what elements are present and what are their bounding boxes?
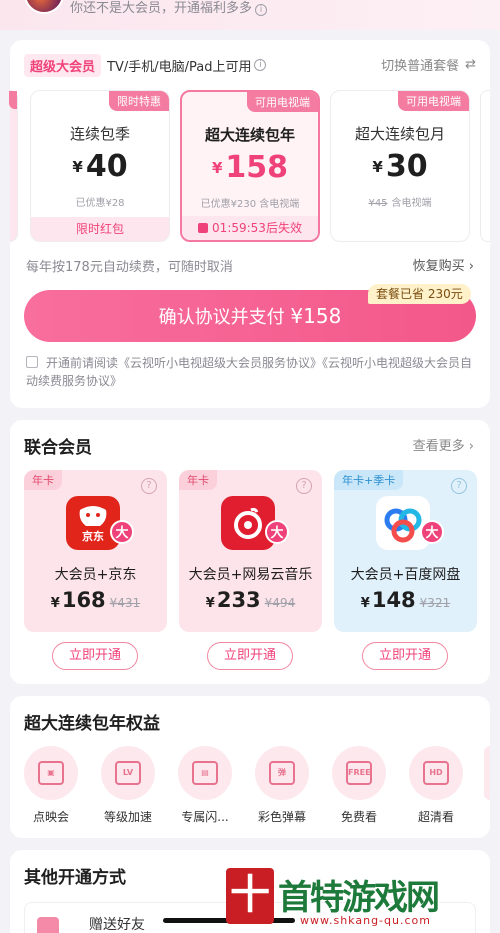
devices-text: TV/手机/电脑/Pad上可用	[107, 59, 252, 75]
watermark-text: 首特游戏网	[278, 878, 440, 918]
gift-icon	[37, 917, 59, 933]
joint-name: 大会员+百度网盘	[350, 567, 461, 583]
plan-name: 连续包季	[69, 125, 130, 143]
flash-icon: ▤	[178, 746, 232, 800]
joint-tag: 年卡	[179, 470, 217, 490]
info-icon[interactable]: i	[255, 4, 268, 16]
joint-membership-card: 联合会员 查看更多 › 年卡 ? 京东 大 大会员+京东 ¥168 ¥431 年卡…	[10, 420, 490, 684]
promo-text: 你还不是大会员，开通福利多多 i	[70, 0, 268, 18]
help-icon[interactable]: ?	[141, 478, 157, 494]
help-icon[interactable]: ?	[296, 478, 312, 494]
renew-note: 每年按178元自动续费，可随时取消	[26, 260, 233, 275]
big-member-badge: 大	[265, 520, 289, 544]
watermark-logo: 十	[226, 868, 274, 924]
open-now-button[interactable]: 立即开通	[207, 642, 293, 670]
joint-tag: 年卡	[24, 470, 62, 490]
plan-price: ¥158	[211, 150, 289, 185]
baidu-netdisk-logo-icon	[376, 496, 430, 550]
benefit-item[interactable]: ▤ 专属闪...	[174, 746, 236, 825]
info-icon[interactable]: i	[254, 59, 267, 71]
benefit-item[interactable]: HD 超清看	[405, 746, 467, 825]
big-member-badge: 大	[420, 520, 444, 544]
cinema-icon: ▣	[24, 746, 78, 800]
benefit-item[interactable]: LV 等级加速	[97, 746, 159, 825]
joint-item-netease-music[interactable]: 年卡 ? 大 大会员+网易云音乐 ¥233 ¥494	[179, 470, 322, 632]
plan-card-quarterly[interactable]: 限时特惠 连续包季 ¥40 已优惠¥28 限时红包	[30, 90, 170, 242]
agreement-text: 开通前请阅读《云视听小电视超级大会员服务协议》《云视听小电视超级大会员自动续费服…	[26, 356, 473, 388]
switch-icon: ⇄	[465, 57, 476, 72]
package-card: 超级大会员 TV/手机/电脑/Pad上可用 i 切换普通套餐 ⇄ 限时特惠 连续…	[9, 40, 490, 408]
benefit-item-partial[interactable]	[484, 746, 490, 800]
free-icon: FREE	[332, 746, 386, 800]
plan-badge: 可用电视端	[247, 92, 318, 112]
benefits-card: 超大连续包年权益 ▣ 点映会 LV 等级加速 ▤ 专属闪... 弹彩色弹幕 FREE 免…	[10, 696, 490, 838]
danmaku-icon: 弹	[255, 746, 309, 800]
netease-music-logo-icon	[221, 496, 275, 550]
joint-price: ¥168 ¥431	[50, 588, 141, 612]
plan-countdown: 01:59:53后失效	[182, 216, 318, 240]
section-title: 联合会员	[24, 438, 92, 458]
benefit-item[interactable]: FREE 免费看	[328, 746, 390, 825]
joint-price: ¥148 ¥321	[360, 588, 451, 612]
joint-name: 大会员+网易云音乐	[188, 567, 313, 583]
plan-discount: 已优惠¥230 含电视端	[200, 199, 300, 210]
clock-icon	[198, 223, 209, 233]
plan-card-monthly[interactable]: 可用电视端 超大连续包月 ¥30 ¥45 含电视端	[330, 90, 470, 242]
section-title: 超大连续包年权益	[24, 714, 160, 734]
joint-name: 大会员+京东	[54, 567, 137, 583]
plan-card-yearly[interactable]: 可用电视端 超大连续包年 ¥158 已优惠¥230 含电视端 01:59:53后…	[180, 90, 320, 242]
joint-tag: 年卡+季卡	[334, 470, 404, 490]
gift-label: 赠送好友	[89, 917, 145, 933]
benefit-item[interactable]: 弹彩色弹幕	[251, 746, 313, 825]
joint-item-baidu-netdisk[interactable]: 年卡+季卡 ? 大 大会员+百度网盘 ¥148 ¥321	[334, 470, 477, 632]
saved-badge: 套餐已省 230元	[368, 284, 471, 304]
level-up-icon: LV	[101, 746, 155, 800]
plan-card-partial[interactable]	[480, 90, 490, 242]
plan-badge: 限时特惠	[109, 91, 169, 111]
benefit-item[interactable]: ▣ 点映会	[20, 746, 82, 825]
membership-header: 你还不是大会员，开通福利多多 i	[0, 0, 500, 30]
plan-footer: 限时红包	[31, 217, 169, 241]
joint-item-jd[interactable]: 年卡 ? 京东 大 大会员+京东 ¥168 ¥431	[24, 470, 167, 632]
avatar[interactable]	[24, 0, 64, 14]
help-icon[interactable]: ?	[451, 478, 467, 494]
plan-badge: 可用电视端	[398, 91, 469, 111]
big-member-badge: 大	[110, 520, 134, 544]
plan-price: ¥40	[72, 149, 128, 184]
package-header: 超级大会员 TV/手机/电脑/Pad上可用 i	[24, 53, 267, 77]
section-title: 其他开通方式	[24, 868, 126, 888]
plan-card-partial[interactable]	[9, 90, 18, 242]
agreement-checkbox[interactable]	[26, 356, 38, 368]
svip-tag: 超级大会员	[24, 53, 102, 77]
plan-price: ¥30	[372, 149, 428, 184]
hd-icon: HD	[409, 746, 463, 800]
plan-name: 超大连续包月	[354, 125, 445, 143]
plan-name: 超大连续包年	[204, 126, 295, 144]
switch-plan-link[interactable]: 切换普通套餐 ⇄	[381, 55, 476, 74]
watermark-url: www.shkang-qu.com	[300, 914, 431, 927]
plan-discount: 已优惠¥28	[75, 198, 125, 209]
see-more-link[interactable]: 查看更多 ›	[413, 435, 474, 454]
joint-price: ¥233 ¥494	[205, 588, 296, 612]
restore-purchase-link[interactable]: 恢复购买 ›	[413, 255, 474, 274]
jd-logo-icon: 京东	[66, 496, 120, 550]
plan-discount: ¥45 含电视端	[368, 198, 432, 209]
open-now-button[interactable]: 立即开通	[52, 642, 138, 670]
open-now-button[interactable]: 立即开通	[362, 642, 448, 670]
